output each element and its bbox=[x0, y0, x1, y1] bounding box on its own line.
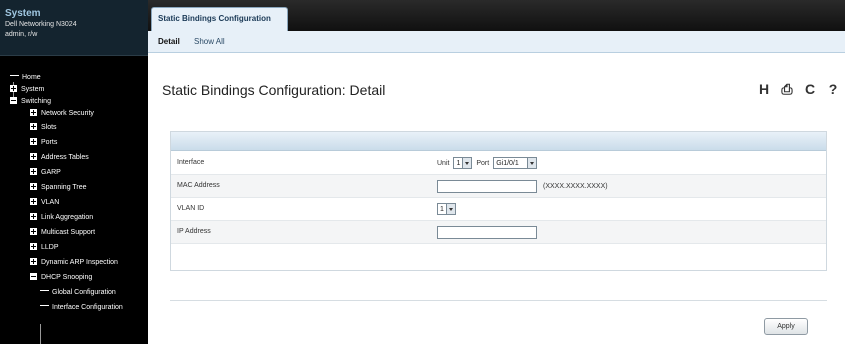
sidebar-item-label: Interface Configuration bbox=[52, 304, 123, 311]
form-row-vlan-id: VLAN ID 1 bbox=[171, 198, 826, 221]
sidebar-item-home[interactable]: Home bbox=[10, 72, 41, 84]
vlan-id-select-value: 1 bbox=[440, 205, 444, 213]
app-window: System Dell Networking N3024 admin, r/w … bbox=[0, 0, 845, 344]
subtab-bar: Detail Show All bbox=[148, 31, 845, 53]
expand-plus-icon bbox=[30, 168, 37, 175]
sidebar-item-label: Multicast Support bbox=[41, 229, 96, 236]
sidebar-header: System Dell Networking N3024 admin, r/w bbox=[0, 0, 148, 56]
tree-branch-icon bbox=[40, 305, 49, 306]
sidebar-item-label: Address Tables bbox=[41, 154, 89, 161]
expand-plus-icon bbox=[30, 109, 37, 116]
print-icon[interactable]: ⎙ bbox=[779, 80, 795, 98]
expand-plus-icon bbox=[30, 228, 37, 235]
sidebar-item-global-configuration[interactable]: Global Configuration bbox=[40, 287, 116, 299]
vlan-id-controls: 1 bbox=[437, 202, 456, 216]
sidebar-item-network-security[interactable]: Network Security bbox=[30, 108, 94, 120]
sidebar-title: System bbox=[5, 8, 41, 19]
form-row-mac-address: MAC Address (XXXX.XXXX.XXXX) bbox=[171, 175, 826, 198]
sidebar-item-label: Switching bbox=[21, 98, 51, 105]
expand-plus-icon bbox=[30, 198, 37, 205]
tree-connector bbox=[40, 324, 41, 344]
home-icon bbox=[10, 75, 19, 76]
port-label: Port bbox=[476, 159, 490, 167]
sidebar-item-slots[interactable]: Slots bbox=[30, 122, 57, 134]
mac-address-controls: (XXXX.XXXX.XXXX) bbox=[437, 179, 608, 193]
interface-label: Interface bbox=[177, 159, 205, 166]
sidebar-item-switching[interactable]: Switching bbox=[10, 96, 51, 108]
ip-address-controls bbox=[437, 225, 537, 239]
device-name: Dell Networking N3024 bbox=[5, 21, 77, 28]
port-select-value: Gi1/0/1 bbox=[496, 159, 519, 167]
form-panel: Interface Unit 1 Port Gi1/0/1 MAC Addres… bbox=[170, 131, 827, 271]
sidebar-item-spanning-tree[interactable]: Spanning Tree bbox=[30, 182, 87, 194]
collapse-minus-icon bbox=[30, 273, 37, 280]
mac-address-input[interactable] bbox=[437, 179, 537, 193]
expand-plus-icon bbox=[30, 243, 37, 250]
sidebar-item-label: VLAN bbox=[41, 199, 60, 206]
top-tab-bar: Static Bindings Configuration bbox=[148, 0, 845, 31]
sidebar-item-label: Ports bbox=[41, 139, 58, 146]
ip-address-input[interactable] bbox=[437, 225, 537, 239]
help-icon[interactable]: ? bbox=[825, 80, 841, 98]
expand-plus-icon bbox=[30, 213, 37, 220]
tree-branch-icon bbox=[40, 290, 49, 291]
panel-header bbox=[171, 132, 826, 151]
sidebar-item-label: Global Configuration bbox=[52, 289, 116, 296]
subtab-show-all[interactable]: Show All bbox=[194, 37, 225, 46]
form-row-ip-address: IP Address bbox=[171, 221, 826, 244]
sidebar-item-dhcp-snooping[interactable]: DHCP Snooping bbox=[30, 272, 92, 284]
sidebar-item-multicast-support[interactable]: Multicast Support bbox=[30, 227, 95, 239]
expand-plus-icon bbox=[30, 183, 37, 190]
sidebar-item-interface-configuration[interactable]: Interface Configuration bbox=[40, 302, 123, 314]
chevron-down-icon bbox=[462, 158, 472, 168]
form-row-interface: Interface Unit 1 Port Gi1/0/1 bbox=[171, 152, 826, 175]
sidebar-item-lldp[interactable]: LLDP bbox=[30, 242, 59, 254]
sidebar-item-label: Network Security bbox=[41, 110, 94, 117]
collapse-minus-icon bbox=[10, 97, 17, 104]
vlan-id-label: VLAN ID bbox=[177, 205, 205, 212]
user-info: admin, r/w bbox=[5, 31, 38, 38]
sidebar-item-dynamic-arp-inspection[interactable]: Dynamic ARP Inspection bbox=[30, 257, 118, 269]
sidebar-item-ports[interactable]: Ports bbox=[30, 137, 57, 149]
subtab-detail[interactable]: Detail bbox=[158, 37, 180, 46]
sidebar: System Dell Networking N3024 admin, r/w … bbox=[0, 0, 148, 344]
expand-plus-icon bbox=[30, 153, 37, 160]
vlan-id-select[interactable]: 1 bbox=[437, 203, 456, 215]
sidebar-item-label: Home bbox=[22, 74, 41, 81]
interface-controls: Unit 1 Port Gi1/0/1 bbox=[437, 156, 537, 170]
sidebar-item-label: Spanning Tree bbox=[41, 184, 87, 191]
refresh-icon[interactable]: C bbox=[802, 80, 818, 98]
footer-divider bbox=[170, 300, 827, 301]
unit-select[interactable]: 1 bbox=[453, 157, 473, 169]
sidebar-item-vlan[interactable]: VLAN bbox=[30, 197, 59, 209]
sidebar-item-label: LLDP bbox=[41, 244, 59, 251]
sidebar-item-system[interactable]: System bbox=[10, 84, 44, 96]
sidebar-item-label: Slots bbox=[41, 124, 57, 131]
expand-plus-icon bbox=[30, 123, 37, 130]
page-title: Static Bindings Configuration: Detail bbox=[162, 82, 386, 98]
apply-button[interactable]: Apply bbox=[764, 318, 808, 335]
sidebar-item-label: DHCP Snooping bbox=[41, 274, 93, 281]
mac-address-format-hint: (XXXX.XXXX.XXXX) bbox=[543, 182, 608, 190]
save-icon[interactable]: H bbox=[756, 80, 772, 98]
expand-plus-icon bbox=[10, 85, 17, 92]
sidebar-item-label: GARP bbox=[41, 169, 61, 176]
expand-plus-icon bbox=[30, 258, 37, 265]
sidebar-item-label: Dynamic ARP Inspection bbox=[41, 259, 118, 266]
expand-plus-icon bbox=[30, 138, 37, 145]
tab-static-bindings-configuration[interactable]: Static Bindings Configuration bbox=[151, 7, 288, 31]
chevron-down-icon bbox=[526, 158, 536, 168]
sidebar-item-address-tables[interactable]: Address Tables bbox=[30, 152, 89, 164]
unit-select-value: 1 bbox=[456, 159, 461, 167]
sidebar-item-link-aggregation[interactable]: Link Aggregation bbox=[30, 212, 93, 224]
mac-address-label: MAC Address bbox=[177, 182, 220, 189]
tab-label: Static Bindings Configuration bbox=[158, 14, 271, 23]
port-select[interactable]: Gi1/0/1 bbox=[493, 157, 537, 169]
sidebar-item-label: Link Aggregation bbox=[41, 214, 94, 221]
sidebar-item-garp[interactable]: GARP bbox=[30, 167, 61, 179]
chevron-down-icon bbox=[445, 204, 455, 214]
sidebar-item-label: System bbox=[21, 86, 45, 93]
ip-address-label: IP Address bbox=[177, 228, 211, 235]
unit-label: Unit bbox=[437, 159, 450, 167]
